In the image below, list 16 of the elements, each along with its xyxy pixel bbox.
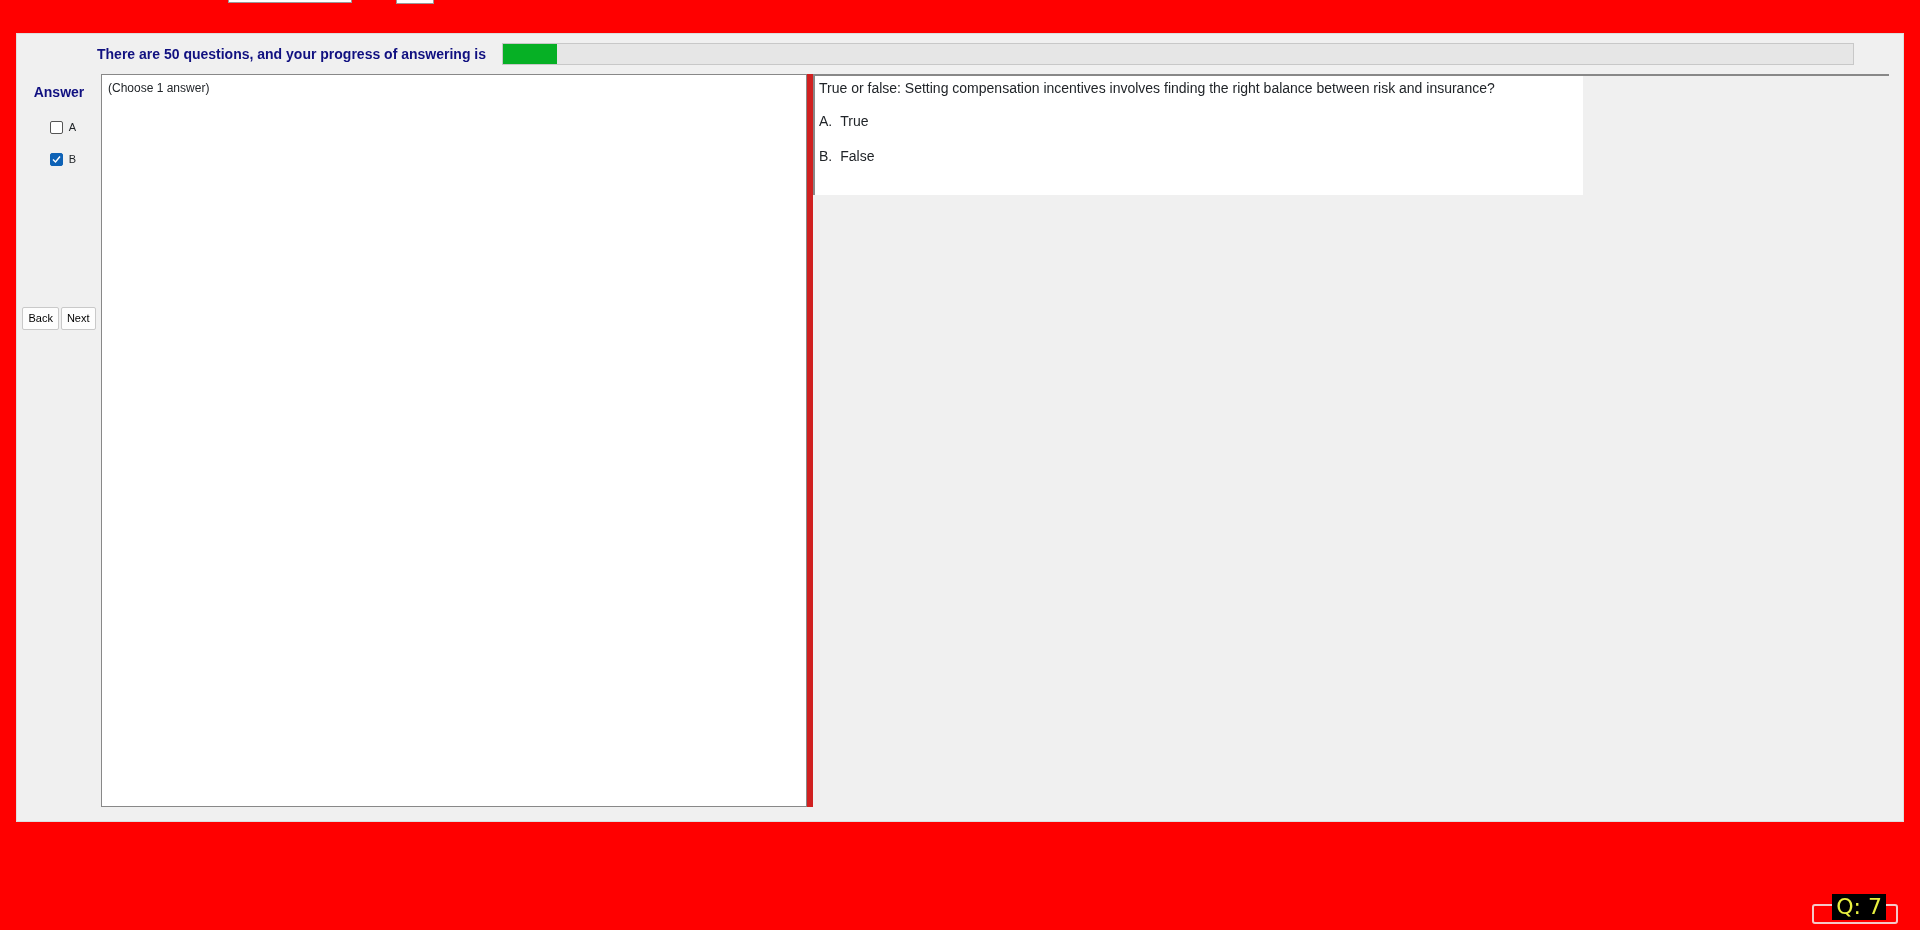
question-counter: Q: 7 — [1832, 894, 1886, 920]
choice-letter: B. — [819, 147, 833, 166]
checkbox[interactable] — [49, 120, 63, 134]
choice-text: False — [840, 147, 875, 166]
splitter-handle[interactable] — [807, 74, 813, 807]
option-label: B — [68, 151, 77, 167]
checkbox[interactable] — [49, 152, 63, 166]
nav-button[interactable]: Back — [22, 307, 59, 330]
progress-label: There are 50 questions, and your progress of answering is — [97, 44, 486, 64]
answer-title: Answer — [33, 83, 85, 102]
question-text: True or false: Setting compensation incentives involves finding the right balance between risk and insurance? — [819, 79, 1496, 98]
nav-button[interactable]: Next — [60, 307, 96, 330]
choice-text: True — [840, 112, 869, 131]
choice-letter: A. — [819, 112, 833, 131]
answer-hint: (Choose 1 answer) — [108, 81, 210, 95]
option-label: A — [68, 119, 77, 135]
